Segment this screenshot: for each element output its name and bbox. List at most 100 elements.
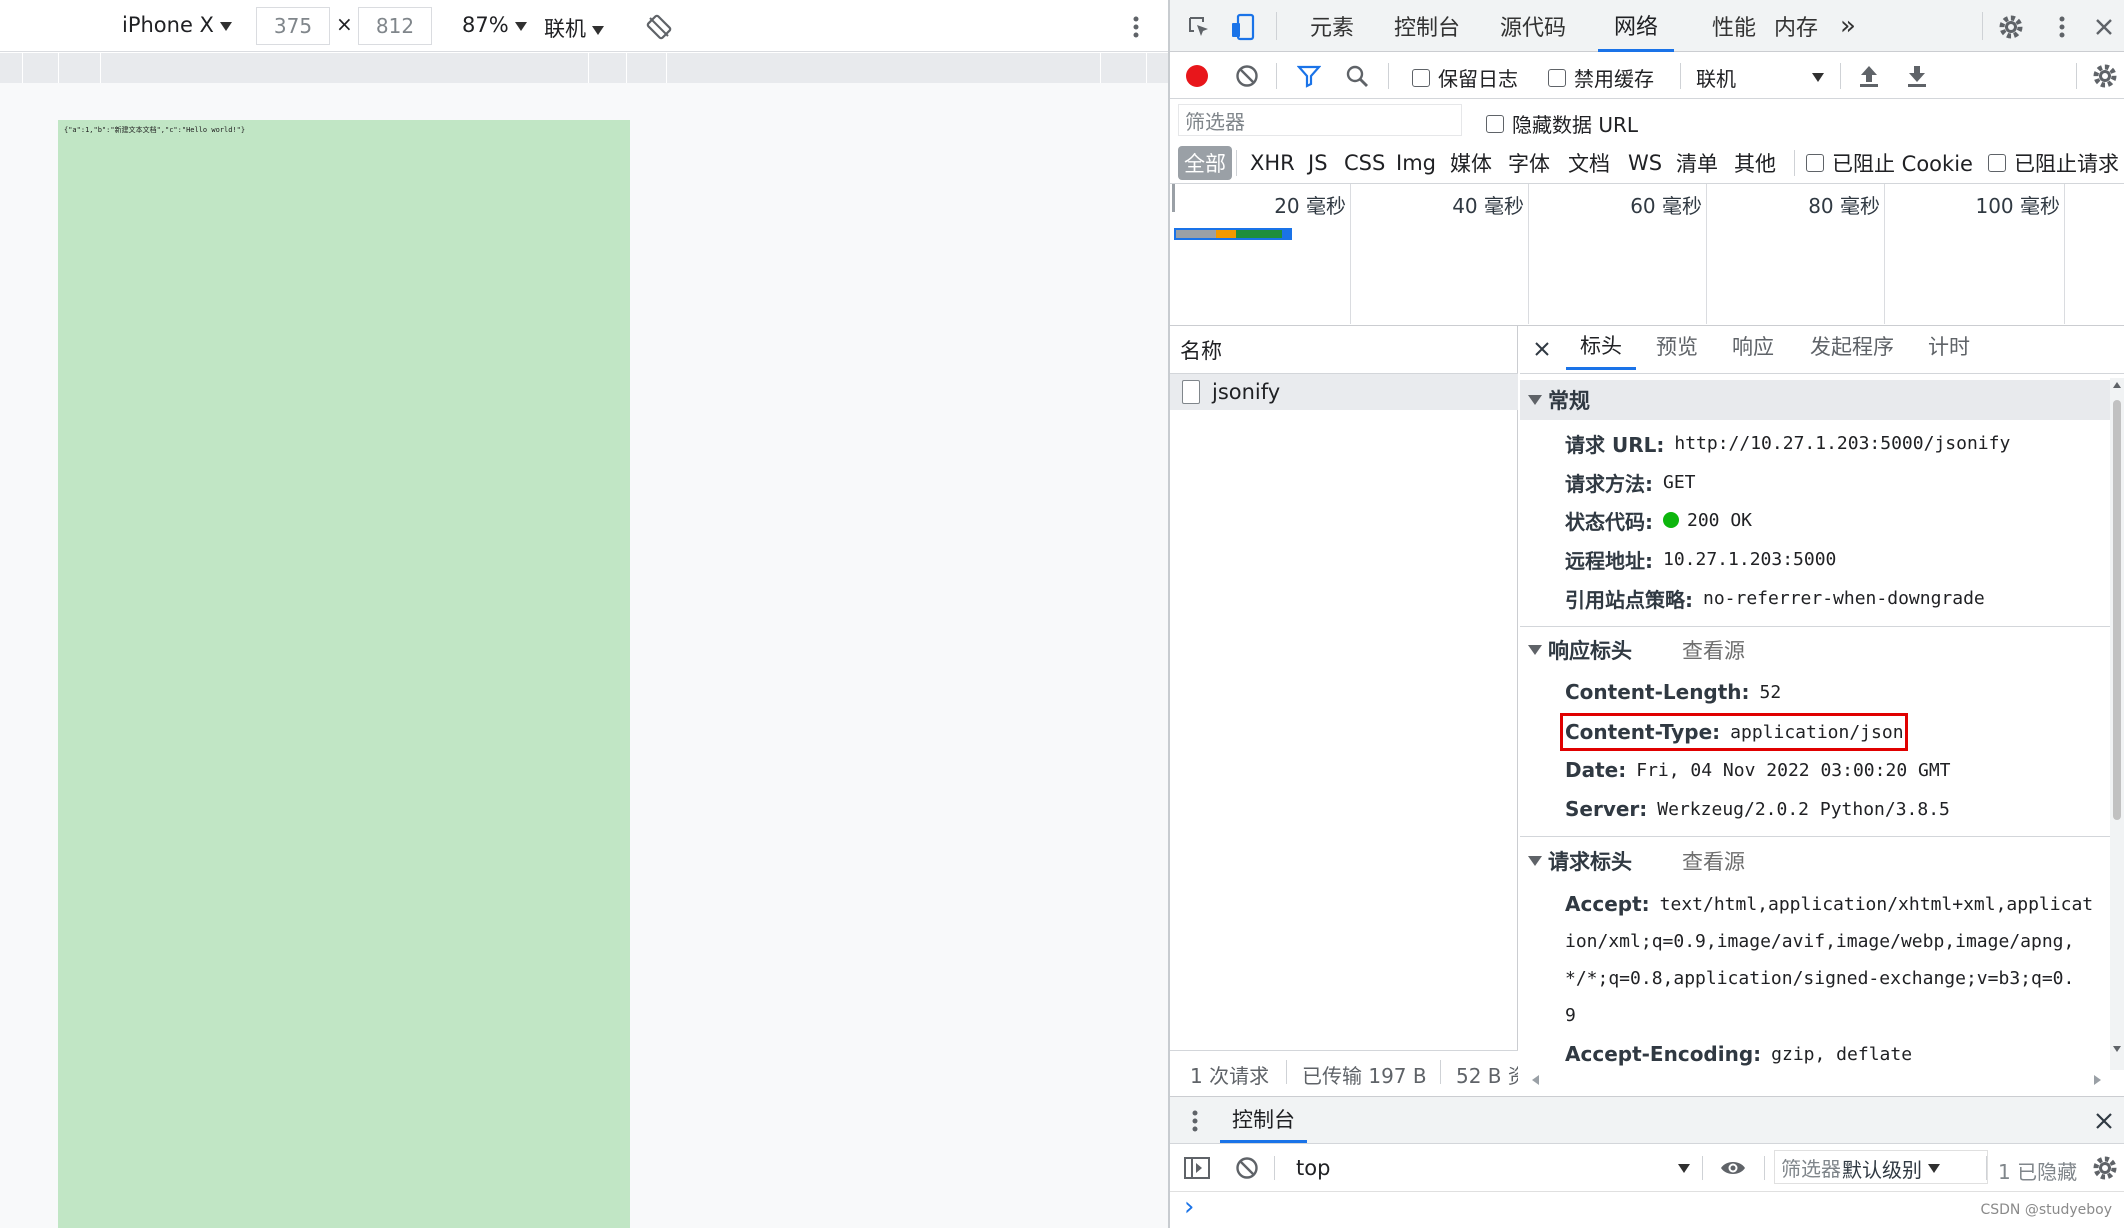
request-headers-section-title[interactable]: 请求标头 查看源	[1528, 843, 1745, 879]
blocked-requests-label: 已阻止请求	[2014, 152, 2119, 176]
show-sidebar-icon[interactable]	[1182, 1154, 1212, 1182]
more-vert-icon[interactable]	[1124, 12, 1148, 42]
type-filter-media[interactable]: 媒体	[1450, 146, 1492, 180]
clear-console-icon[interactable]	[1232, 1154, 1262, 1182]
filter-input[interactable]: 筛选器	[1178, 104, 1462, 136]
chevron-down-icon	[592, 25, 604, 35]
type-filter-ws[interactable]: WS	[1628, 146, 1662, 180]
console-filter-placeholder: 筛选器	[1781, 1156, 1841, 1181]
search-icon[interactable]	[1342, 61, 1372, 91]
device-name: iPhone X	[122, 13, 214, 37]
header-row: 状态代码: 200 OK	[1565, 509, 1753, 534]
live-expression-eye-icon[interactable]	[1716, 1154, 1750, 1182]
request-list: 名称 jsonify	[1170, 326, 1518, 1090]
resources-size: 52 B 资	[1456, 1063, 1518, 1088]
scroll-left-arrow-icon[interactable]	[1532, 1075, 1539, 1085]
header-row: Content-Length: 52	[1565, 680, 1782, 704]
scrollbar-thumb[interactable]	[2113, 400, 2121, 820]
tab-network[interactable]: 网络	[1598, 0, 1675, 52]
general-section-header[interactable]	[1520, 380, 2110, 420]
record-icon[interactable]	[1182, 61, 1212, 91]
scrollbar-up-arrow-icon[interactable]	[2113, 382, 2121, 388]
type-filter-js[interactable]: JS	[1308, 146, 1328, 180]
header-row: 请求方法: GET	[1565, 471, 1696, 496]
drawer-menu-icon[interactable]	[1188, 1107, 1202, 1135]
tab-preview[interactable]: 预览	[1656, 322, 1698, 370]
customize-menu-icon[interactable]	[2052, 12, 2072, 42]
export-har-icon[interactable]	[1902, 61, 1932, 91]
type-filter-manifest[interactable]: 清单	[1676, 146, 1718, 180]
type-filter-other[interactable]: 其他	[1734, 146, 1776, 180]
network-settings-gear-icon[interactable]	[2090, 61, 2120, 91]
hidden-count: 1 已隐藏	[1998, 1160, 2078, 1184]
scroll-right-arrow-icon[interactable]	[2094, 1075, 2101, 1085]
device-toolbar: iPhone X 375 × 812 87% 联机	[0, 0, 1168, 52]
log-level-select[interactable]: 默认级别	[1842, 1154, 1940, 1183]
media-query-bar[interactable]	[0, 53, 1168, 83]
tab-memory[interactable]: 内存	[1774, 0, 1818, 52]
tab-console[interactable]: 控制台	[1394, 0, 1460, 52]
type-filter-doc[interactable]: 文档	[1568, 146, 1610, 180]
console-settings-gear-icon[interactable]	[2090, 1154, 2120, 1182]
view-source-link[interactable]: 查看源	[1682, 635, 1745, 665]
clear-icon[interactable]	[1232, 61, 1262, 91]
type-filter-all[interactable]: 全部	[1178, 146, 1232, 180]
context-select[interactable]: top	[1296, 1154, 1690, 1182]
chevron-down-icon	[1928, 1164, 1940, 1173]
device-throttle-select[interactable]: 联机	[544, 13, 604, 43]
hide-data-urls-checkbox[interactable]: 隐藏数据 URL	[1486, 109, 1638, 138]
name-column-header[interactable]: 名称	[1170, 326, 1518, 374]
preserve-log-checkbox[interactable]: 保留日志	[1412, 63, 1518, 92]
transferred-size: 已传输 197 B	[1302, 1063, 1427, 1088]
tab-headers[interactable]: 标头	[1566, 322, 1636, 370]
prompt-chevron-icon: ›	[1184, 1192, 1195, 1222]
rotate-icon[interactable]	[644, 12, 674, 42]
disable-cache-checkbox[interactable]: 禁用缓存	[1548, 63, 1654, 92]
type-filter-font[interactable]: 字体	[1508, 146, 1550, 180]
console-drawer-tabbar: 控制台	[1170, 1096, 2124, 1144]
view-source-link[interactable]: 查看源	[1682, 846, 1745, 876]
more-tabs-icon[interactable]: »	[1840, 0, 1856, 52]
close-devtools-icon[interactable]	[2090, 12, 2118, 42]
device-toggle-icon[interactable]	[1228, 12, 1258, 42]
tab-elements[interactable]: 元素	[1310, 0, 1354, 52]
tab-initiator[interactable]: 发起程序	[1810, 322, 1894, 370]
filter-icon[interactable]	[1294, 61, 1324, 91]
header-row-continuation[interactable]: ion/xml;q=0.9,image/avif,image/webp,imag…	[1565, 923, 2074, 959]
drawer-tab-console[interactable]: 控制台	[1220, 1097, 1307, 1143]
import-har-icon[interactable]	[1854, 61, 1884, 91]
console-prompt[interactable]: › CSDN @studyeboy	[1170, 1192, 2124, 1228]
device-select[interactable]: iPhone X	[122, 13, 232, 37]
scrollbar-down-arrow-icon[interactable]	[2113, 1046, 2121, 1052]
inspect-element-icon[interactable]	[1184, 12, 1214, 42]
type-filter-xhr[interactable]: XHR	[1250, 146, 1295, 180]
type-filter-css[interactable]: CSS	[1344, 146, 1385, 180]
header-row-continuation[interactable]: 9	[1565, 997, 1576, 1033]
header-row: 远程地址: 10.27.1.203:5000	[1565, 548, 1837, 573]
network-toolbar: 保留日志 禁用缓存 联机	[1170, 53, 2124, 99]
height-input[interactable]: 812	[358, 7, 432, 45]
tab-timing[interactable]: 计时	[1928, 322, 1970, 370]
settings-gear-icon[interactable]	[1996, 12, 2026, 42]
tab-response[interactable]: 响应	[1732, 322, 1774, 370]
width-input[interactable]: 375	[256, 7, 330, 45]
zoom-select[interactable]: 87%	[462, 13, 527, 37]
general-section-title: 常规	[1528, 382, 1590, 418]
close-drawer-icon[interactable]	[2090, 1107, 2118, 1135]
close-details-icon[interactable]	[1530, 336, 1554, 362]
blocked-cookies-checkbox[interactable]: 已阻止 Cookie	[1806, 146, 1973, 180]
header-row-continuation[interactable]: */*;q=0.8,application/signed-exchange;v=…	[1565, 960, 2074, 996]
network-throttle-select[interactable]: 联机	[1696, 63, 1824, 92]
request-row-jsonify[interactable]: jsonify	[1170, 374, 1518, 410]
details-vertical-scrollbar[interactable]	[2110, 378, 2124, 1070]
type-filter-img[interactable]: Img	[1396, 146, 1436, 180]
timeline-cursor	[1172, 184, 1175, 212]
details-horizontal-scrollbar[interactable]	[1520, 1070, 2110, 1090]
tab-sources[interactable]: 源代码	[1500, 0, 1566, 52]
header-row: 引用站点策略: no-referrer-when-downgrade	[1565, 587, 1985, 612]
blocked-requests-checkbox[interactable]: 已阻止请求	[1988, 146, 2119, 180]
tab-performance[interactable]: 性能	[1712, 0, 1756, 52]
timeline-label: 40 毫秒	[1452, 194, 1524, 218]
request-count: 1 次请求	[1190, 1063, 1270, 1088]
response-headers-section-title[interactable]: 响应标头 查看源	[1528, 632, 1745, 668]
